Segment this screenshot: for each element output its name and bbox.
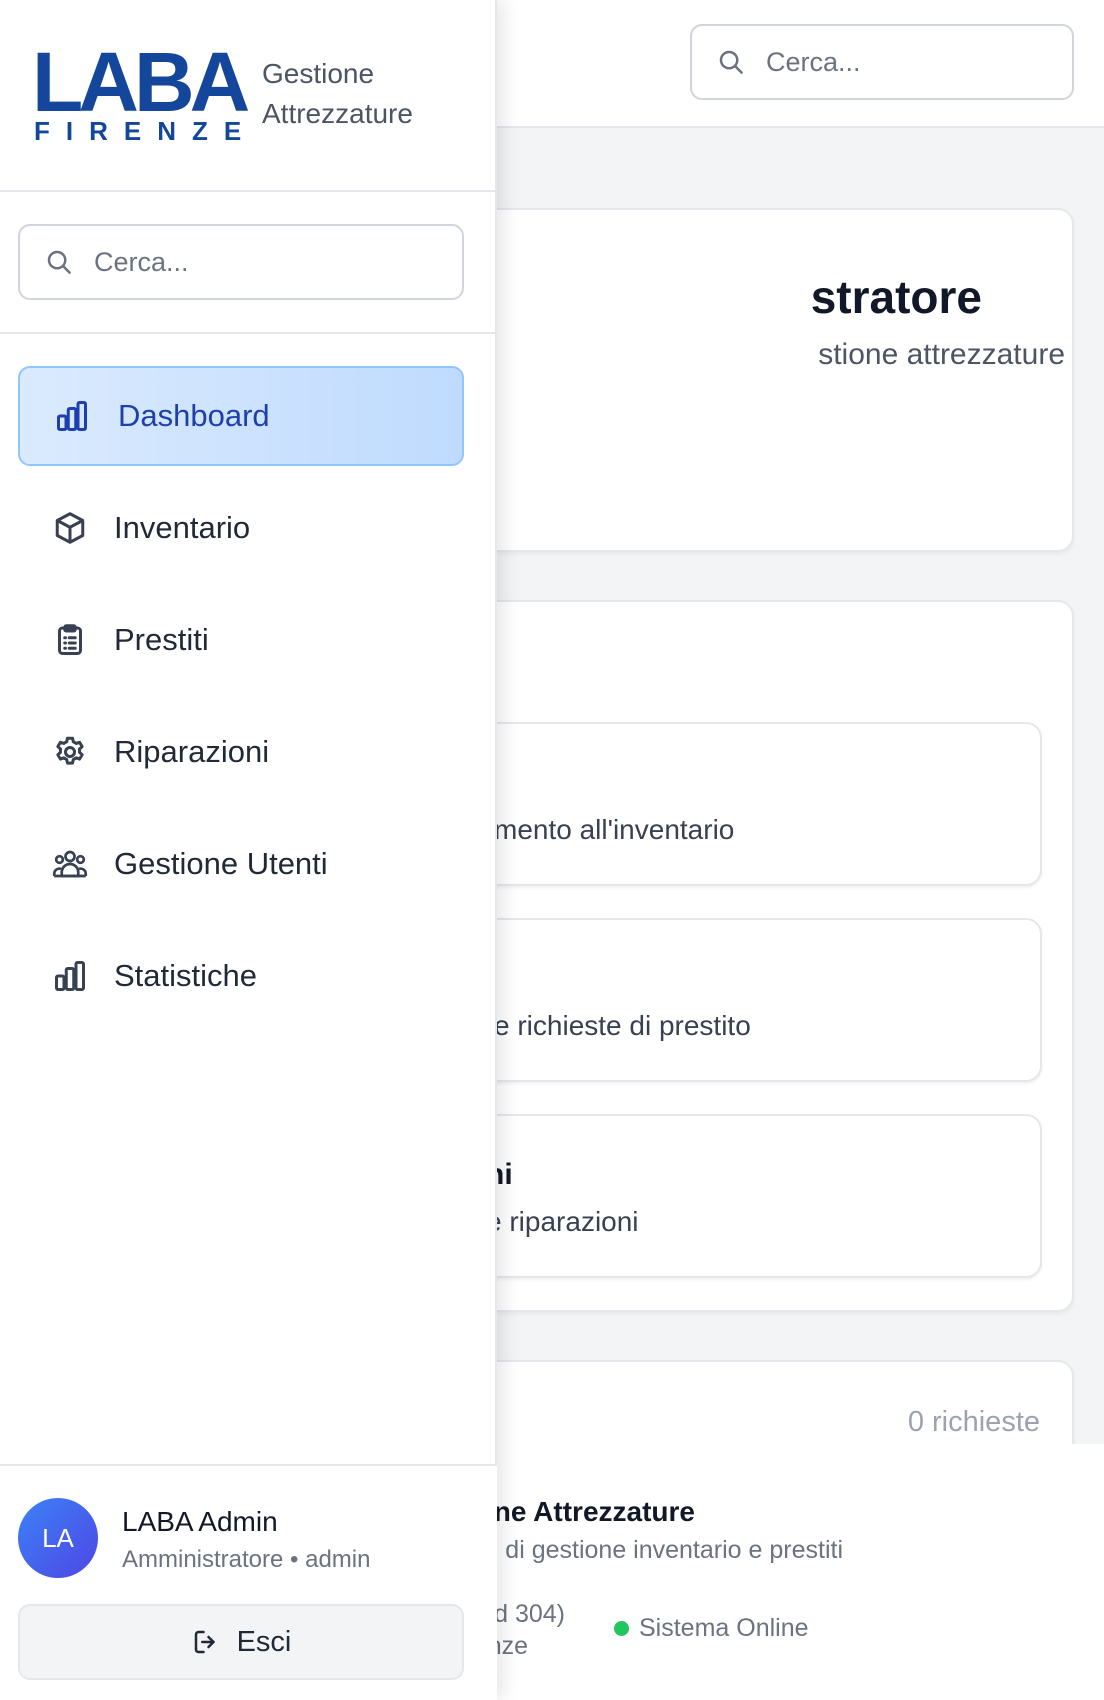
welcome-subtitle: stione attrezzature	[818, 338, 1065, 371]
requests-count: 0 richieste	[907, 1406, 1040, 1438]
cube-icon	[55, 512, 85, 544]
sidebar-item-prestiti[interactable]: Prestiti	[18, 590, 464, 690]
gear-icon	[56, 736, 84, 765]
sidebar: LABA FIRENZE Gestione Attrezzature Cerca…	[0, 0, 497, 1700]
sidebar-search-input[interactable]: Cerca...	[18, 224, 464, 300]
bar-chart-icon	[55, 961, 85, 991]
sidebar-search-placeholder: Cerca...	[94, 246, 189, 277]
quick-action-description: e richieste di prestito	[494, 1010, 751, 1041]
quick-actions-card: mento all'inventario e richieste di pres…	[420, 600, 1074, 1312]
sidebar-item-label: Dashboard	[118, 398, 270, 433]
search-icon	[719, 50, 743, 74]
sidebar-item-riparazioni[interactable]: Riparazioni	[18, 702, 464, 802]
clipboard-list-icon	[58, 624, 82, 655]
logo-sub-text: FIRENZE	[34, 116, 258, 146]
sidebar-item-label: Inventario	[114, 510, 251, 545]
logout-button[interactable]: Esci	[18, 1604, 464, 1680]
sidebar-item-label: Gestione Utenti	[114, 846, 328, 881]
user-name: LABA Admin	[122, 1506, 278, 1537]
status-dot-icon	[614, 1621, 629, 1636]
sidebar-user-section: LA LABA Admin Amministratore • admin Esc…	[0, 1464, 497, 1700]
system-status: Sistema Online	[614, 1614, 809, 1643]
sidebar-item-label: Prestiti	[114, 622, 209, 657]
quick-action-inventory[interactable]: mento all'inventario	[422, 722, 1042, 886]
logout-label: Esci	[236, 1625, 292, 1658]
laba-logo[interactable]: LABA FIRENZE	[32, 35, 258, 146]
logout-icon	[194, 1630, 215, 1654]
header-search-input[interactable]: Cerca...	[690, 24, 1074, 100]
quick-action-loans[interactable]: e richieste di prestito	[422, 918, 1042, 1082]
welcome-title: stratore	[810, 271, 982, 323]
sidebar-brand: LABA FIRENZE Gestione Attrezzature	[0, 0, 497, 192]
sidebar-item-statistiche[interactable]: Statistiche	[18, 926, 464, 1026]
header-search-placeholder: Cerca...	[766, 46, 861, 77]
quick-action-description: e riparazioni	[486, 1206, 639, 1237]
quick-action-description: mento all'inventario	[494, 814, 735, 845]
users-icon	[52, 850, 88, 878]
sidebar-item-inventario[interactable]: Inventario	[18, 478, 464, 578]
system-status-label: Sistema Online	[639, 1614, 809, 1642]
app-subtitle-line1: Gestione	[262, 58, 375, 89]
welcome-card: stratore stione attrezzature	[420, 208, 1074, 552]
sidebar-item-dashboard[interactable]: Dashboard	[18, 366, 464, 466]
quick-action-repairs[interactable]: ni e riparazioni	[422, 1114, 1042, 1278]
sidebar-item-gestione-utenti[interactable]: Gestione Utenti	[18, 814, 464, 914]
sidebar-search-section: Cerca...	[0, 192, 497, 334]
user-role: Amministratore • admin	[122, 1546, 371, 1573]
bar-chart-icon	[57, 401, 87, 431]
app-subtitle-line2: Attrezzature	[262, 98, 413, 129]
avatar[interactable]: LA	[18, 1498, 98, 1578]
logo-main-text: LABA	[32, 35, 250, 129]
search-icon	[47, 250, 71, 274]
sidebar-item-label: Riparazioni	[114, 734, 270, 769]
sidebar-item-label: Statistiche	[114, 958, 258, 993]
